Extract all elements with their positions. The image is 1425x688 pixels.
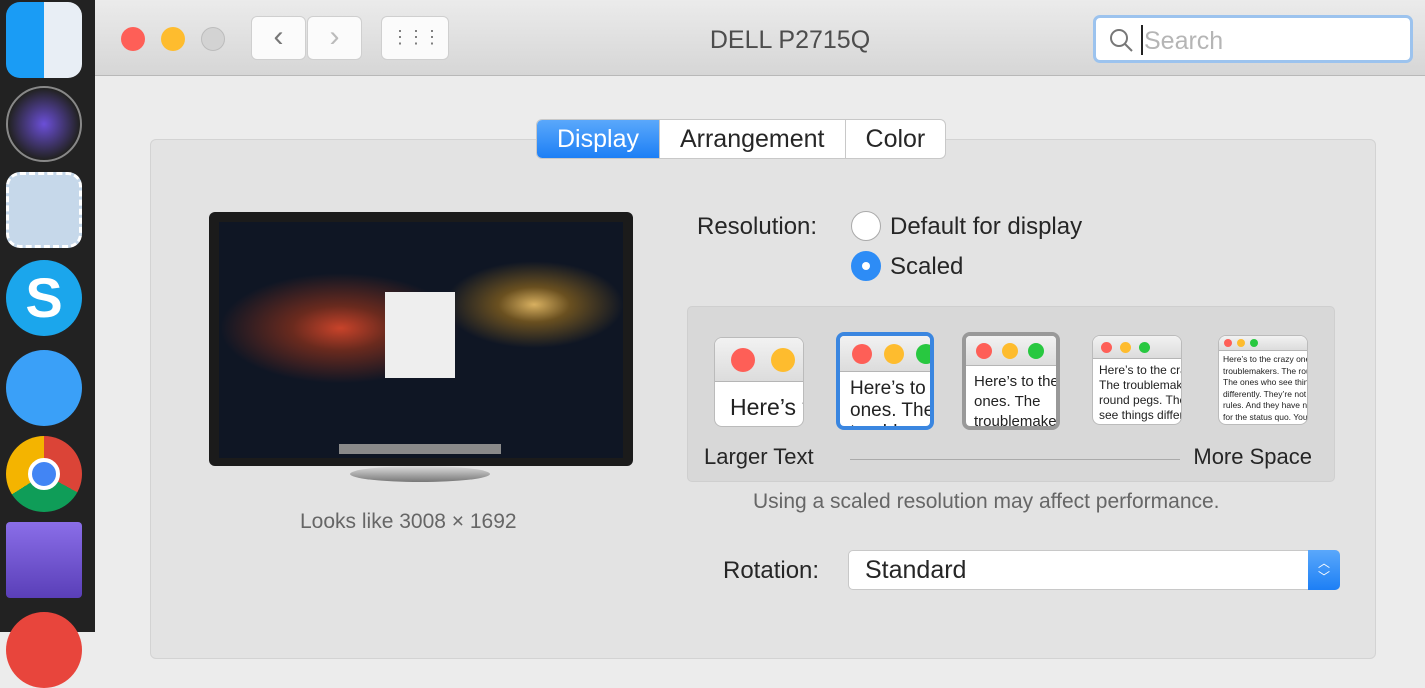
performance-warning: Using a scaled resolution may affect per…	[753, 490, 1220, 513]
default-label[interactable]: Default for display	[890, 213, 1082, 241]
tab-display[interactable]: Display	[537, 120, 659, 158]
dock: S	[0, 0, 95, 688]
preview-text: Here’s to the crazy ones. The troublemak…	[1099, 363, 1182, 424]
rotation-value: Standard	[865, 556, 967, 584]
looks-like-label: Looks like 3008 × 1692	[300, 510, 517, 533]
preview-text: Here’s to the crazy ones. The troublemak…	[974, 373, 1059, 426]
chevron-updown-icon: ︿ ﹀	[1308, 550, 1340, 590]
tab-bar: Display Arrangement Color	[536, 119, 947, 159]
rotation-label: Rotation:	[723, 557, 820, 584]
rotation-select[interactable]: Standard ︿ ﹀	[848, 550, 1340, 590]
scaled-radio[interactable]	[851, 251, 881, 281]
search-icon	[1110, 29, 1133, 52]
scaled-label[interactable]: Scaled	[890, 253, 963, 281]
monitor-image	[209, 212, 633, 466]
mail-icon[interactable]	[6, 172, 82, 248]
dock-preview	[339, 444, 501, 454]
search-input[interactable]: Search	[1093, 15, 1413, 63]
window-preview	[385, 292, 455, 378]
app-icon[interactable]	[6, 612, 82, 688]
monitor-stand	[350, 466, 490, 482]
more-space-label: More Space	[1193, 444, 1312, 469]
search-placeholder: Search	[1144, 27, 1224, 55]
preview-text: Here’s to the crazy ones. The troublemak…	[730, 394, 803, 426]
desktop-preview	[219, 222, 623, 458]
resolution-label: Resolution:	[697, 213, 818, 240]
text-cursor	[1141, 25, 1143, 55]
larger-text-label: Larger Text	[704, 444, 814, 469]
scale-option-1[interactable]: Here’s to the crazy ones. The troublemak…	[714, 337, 804, 427]
chrome-icon[interactable]	[6, 436, 82, 512]
tab-color[interactable]: Color	[844, 120, 946, 158]
title-bar: ‹ › ⋮⋮⋮ DELL P2715Q Search	[95, 0, 1425, 76]
scale-option-4[interactable]: Here’s to the crazy ones. The troublemak…	[1092, 335, 1182, 425]
scaling-options: Here’s to the crazy ones. The troublemak…	[687, 306, 1335, 482]
scale-option-3[interactable]: Here’s to the crazy ones. The troublemak…	[962, 332, 1060, 430]
skype-icon[interactable]: S	[6, 260, 82, 336]
scale-option-2[interactable]: Here’s to the crazy ones. The troublemak…	[836, 332, 934, 430]
scale-option-5[interactable]: Here’s to the crazy ones. The troublemak…	[1218, 335, 1308, 425]
tab-arrangement[interactable]: Arrangement	[658, 120, 845, 158]
finder-icon[interactable]	[6, 2, 82, 78]
default-radio[interactable]	[851, 211, 881, 241]
transmit-icon[interactable]	[6, 522, 82, 598]
siri-icon[interactable]	[6, 86, 82, 162]
preview-text: Here’s to the crazy ones. The troublemak…	[850, 378, 934, 426]
system-preferences-window: ‹ › ⋮⋮⋮ DELL P2715Q Search Display Arran…	[95, 0, 1425, 659]
scale-divider	[850, 459, 1180, 460]
preview-text: Here’s to the crazy ones. The troublemak…	[1223, 354, 1308, 424]
messages-icon[interactable]	[6, 350, 82, 426]
